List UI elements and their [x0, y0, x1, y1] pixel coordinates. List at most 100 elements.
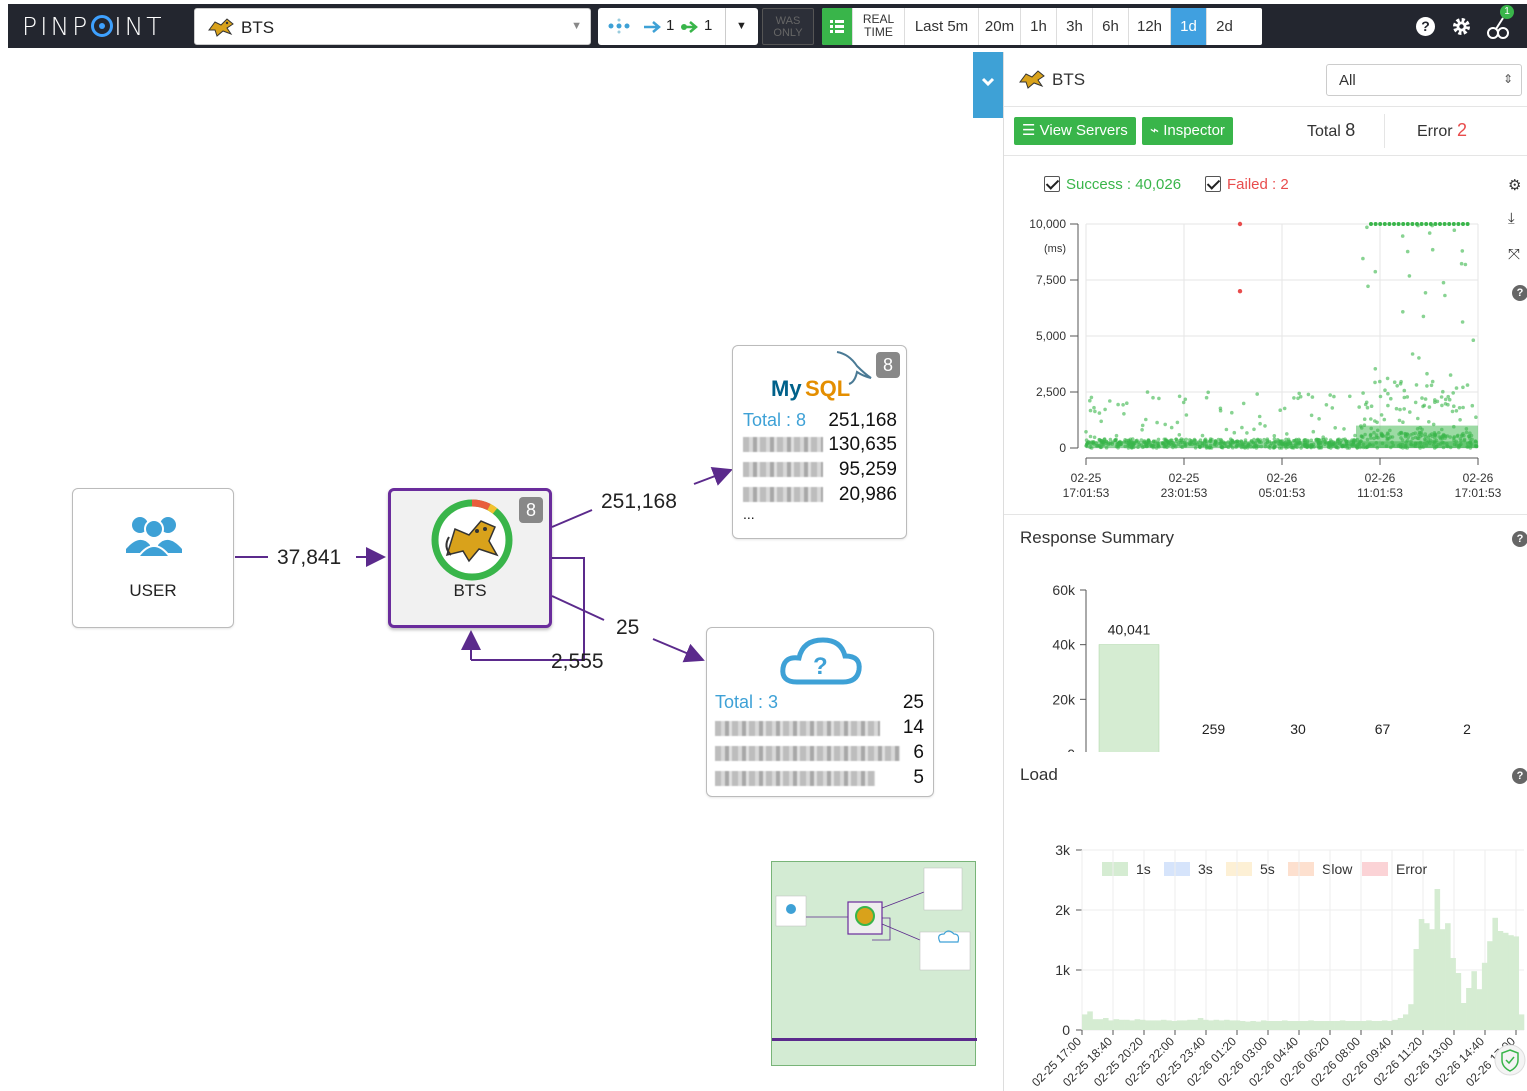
period-12h[interactable]: 12h: [1128, 8, 1170, 45]
period-1h[interactable]: 1h: [1020, 8, 1056, 45]
load-bar: [1487, 941, 1493, 1030]
edge-label-app-to-cloud[interactable]: 25: [616, 616, 639, 640]
realtime-button[interactable]: REAL TIME: [852, 8, 904, 45]
success-point: [1386, 403, 1390, 408]
application-select[interactable]: BTS ▼: [194, 8, 591, 45]
period-1d[interactable]: 1d: [1170, 8, 1206, 45]
success-point: [1427, 231, 1432, 235]
success-filter-checkbox[interactable]: Success : 40,026: [1044, 176, 1181, 193]
failed-filter-checkbox[interactable]: Failed : 2: [1205, 176, 1289, 193]
success-point: [1366, 284, 1370, 289]
list-view-button[interactable]: [822, 8, 852, 45]
success-point: [1332, 394, 1336, 399]
success-point: [1375, 420, 1379, 425]
edge-label-app-to-mysql[interactable]: 251,168: [601, 490, 677, 514]
success-point: [1272, 434, 1277, 438]
was-only-toggle[interactable]: WAS ONLY: [762, 8, 814, 45]
edge-label-user-to-app[interactable]: 37,841: [277, 546, 341, 570]
load-bar: [1197, 1018, 1204, 1030]
response-time-scatter-chart[interactable]: 02,5005,0007,50010,000(ms)02-2517:01:530…: [1004, 202, 1504, 562]
application-node-bts[interactable]: 8 BTS: [388, 488, 552, 628]
success-point: [1297, 391, 1301, 396]
user-node[interactable]: USER: [72, 488, 234, 628]
fullscreen-icon[interactable]: ⤧: [1508, 246, 1520, 263]
y-tick-label: 10,000: [1029, 217, 1066, 231]
load-bar: [1234, 1020, 1241, 1030]
y-tick-label: 0: [1067, 746, 1075, 752]
success-point: [1088, 434, 1093, 439]
success-point: [1252, 427, 1256, 432]
server-map-overview[interactable]: [771, 861, 977, 1066]
edge-label-app-self[interactable]: 2,555: [551, 650, 604, 674]
help-icon[interactable]: ?: [1416, 17, 1435, 36]
success-point: [1177, 394, 1182, 399]
unknown-cloud-node[interactable]: ? Total : 3 25 14 6 5: [706, 627, 934, 797]
load-chart[interactable]: 1s 3s 5s Slow Error01k2k3k02-25 17:0002-25 1…: [1004, 792, 1527, 1091]
server-map[interactable]: 37,841 251,168 25 2,555 USER 8 BTS 8 My …: [0, 52, 977, 1091]
load-bar: [1502, 932, 1509, 1030]
x-tick-label: 05:01:53: [1259, 486, 1306, 500]
period-6h[interactable]: 6h: [1092, 8, 1128, 45]
shield-check-icon[interactable]: [1494, 1044, 1526, 1076]
pinpoint-logo[interactable]: PINP INT: [22, 12, 165, 41]
success-point: [1401, 310, 1405, 314]
success-point: [1342, 427, 1346, 431]
load-bar: [1287, 1021, 1293, 1030]
x-tick-label: 02-25: [1071, 471, 1102, 485]
x-tick-label: 02-26: [1463, 471, 1494, 485]
load-bar: [1108, 1020, 1114, 1030]
database-node-mysql[interactable]: 8 My SQL Total : 8 251,168 130,635 95,25…: [732, 345, 907, 539]
load-bar: [1271, 1021, 1277, 1030]
legend-swatch: [1102, 862, 1128, 876]
success-point: [1361, 391, 1365, 395]
success-point: [1427, 405, 1432, 409]
period-20m[interactable]: 20m: [978, 8, 1020, 45]
help-icon[interactable]: ?: [1512, 285, 1527, 301]
period-last-5m[interactable]: Last 5m: [904, 8, 978, 45]
success-point: [1116, 402, 1120, 407]
success-point-band: [1356, 425, 1478, 448]
load-bar: [1318, 1021, 1325, 1030]
success-point: [1452, 404, 1456, 408]
cloud-total-label: Total : 3: [715, 692, 779, 712]
svg-text:SQL: SQL: [805, 376, 850, 401]
load-bar: [1445, 923, 1451, 1030]
response-summary-chart[interactable]: 020k40k60k40,0411s2593s305s67Slow2Error: [1004, 562, 1527, 752]
redacted-host-name: [743, 486, 823, 504]
search-depth-select[interactable]: 1 1 ▼: [598, 8, 758, 45]
success-point: [1140, 428, 1144, 432]
success-point: [1089, 395, 1094, 400]
agent-select[interactable]: All ⇕: [1326, 64, 1522, 96]
success-point: [1099, 419, 1103, 424]
success-point: [1181, 400, 1186, 405]
period-3h[interactable]: 3h: [1056, 8, 1092, 45]
success-point: [1285, 432, 1289, 436]
success-point: [1282, 406, 1287, 411]
load-bar: [1087, 1011, 1093, 1030]
load-bar: [1366, 1020, 1372, 1030]
download-icon[interactable]: ⤓: [1508, 210, 1515, 227]
success-point: [1440, 403, 1444, 408]
inspector-button[interactable]: ⌁ Inspector: [1142, 117, 1233, 145]
y-tick-label: 5,000: [1036, 329, 1066, 343]
gear-icon[interactable]: [1451, 16, 1472, 37]
success-point: [1365, 405, 1370, 410]
success-point: [1448, 373, 1453, 377]
success-point: [1439, 395, 1444, 399]
collapse-panel-button[interactable]: [973, 52, 1003, 118]
period-2d[interactable]: 2d: [1206, 8, 1242, 45]
help-icon[interactable]: ?: [1512, 531, 1527, 547]
mysql-row-value: 20,986: [838, 484, 897, 505]
load-bar: [1439, 929, 1446, 1030]
success-point: [1084, 430, 1088, 434]
help-icon[interactable]: ?: [1512, 768, 1527, 784]
success-point: [1097, 411, 1102, 415]
success-point: [1232, 430, 1237, 435]
success-point: [1103, 407, 1107, 412]
settings-icon[interactable]: ⚙: [1508, 176, 1521, 194]
view-servers-button[interactable]: ☰ View Servers: [1014, 117, 1136, 145]
load-bar: [1213, 1019, 1220, 1030]
bar-value-label: 259: [1202, 721, 1226, 737]
load-bar: [1129, 1020, 1135, 1030]
load-bar: [1155, 1020, 1162, 1030]
